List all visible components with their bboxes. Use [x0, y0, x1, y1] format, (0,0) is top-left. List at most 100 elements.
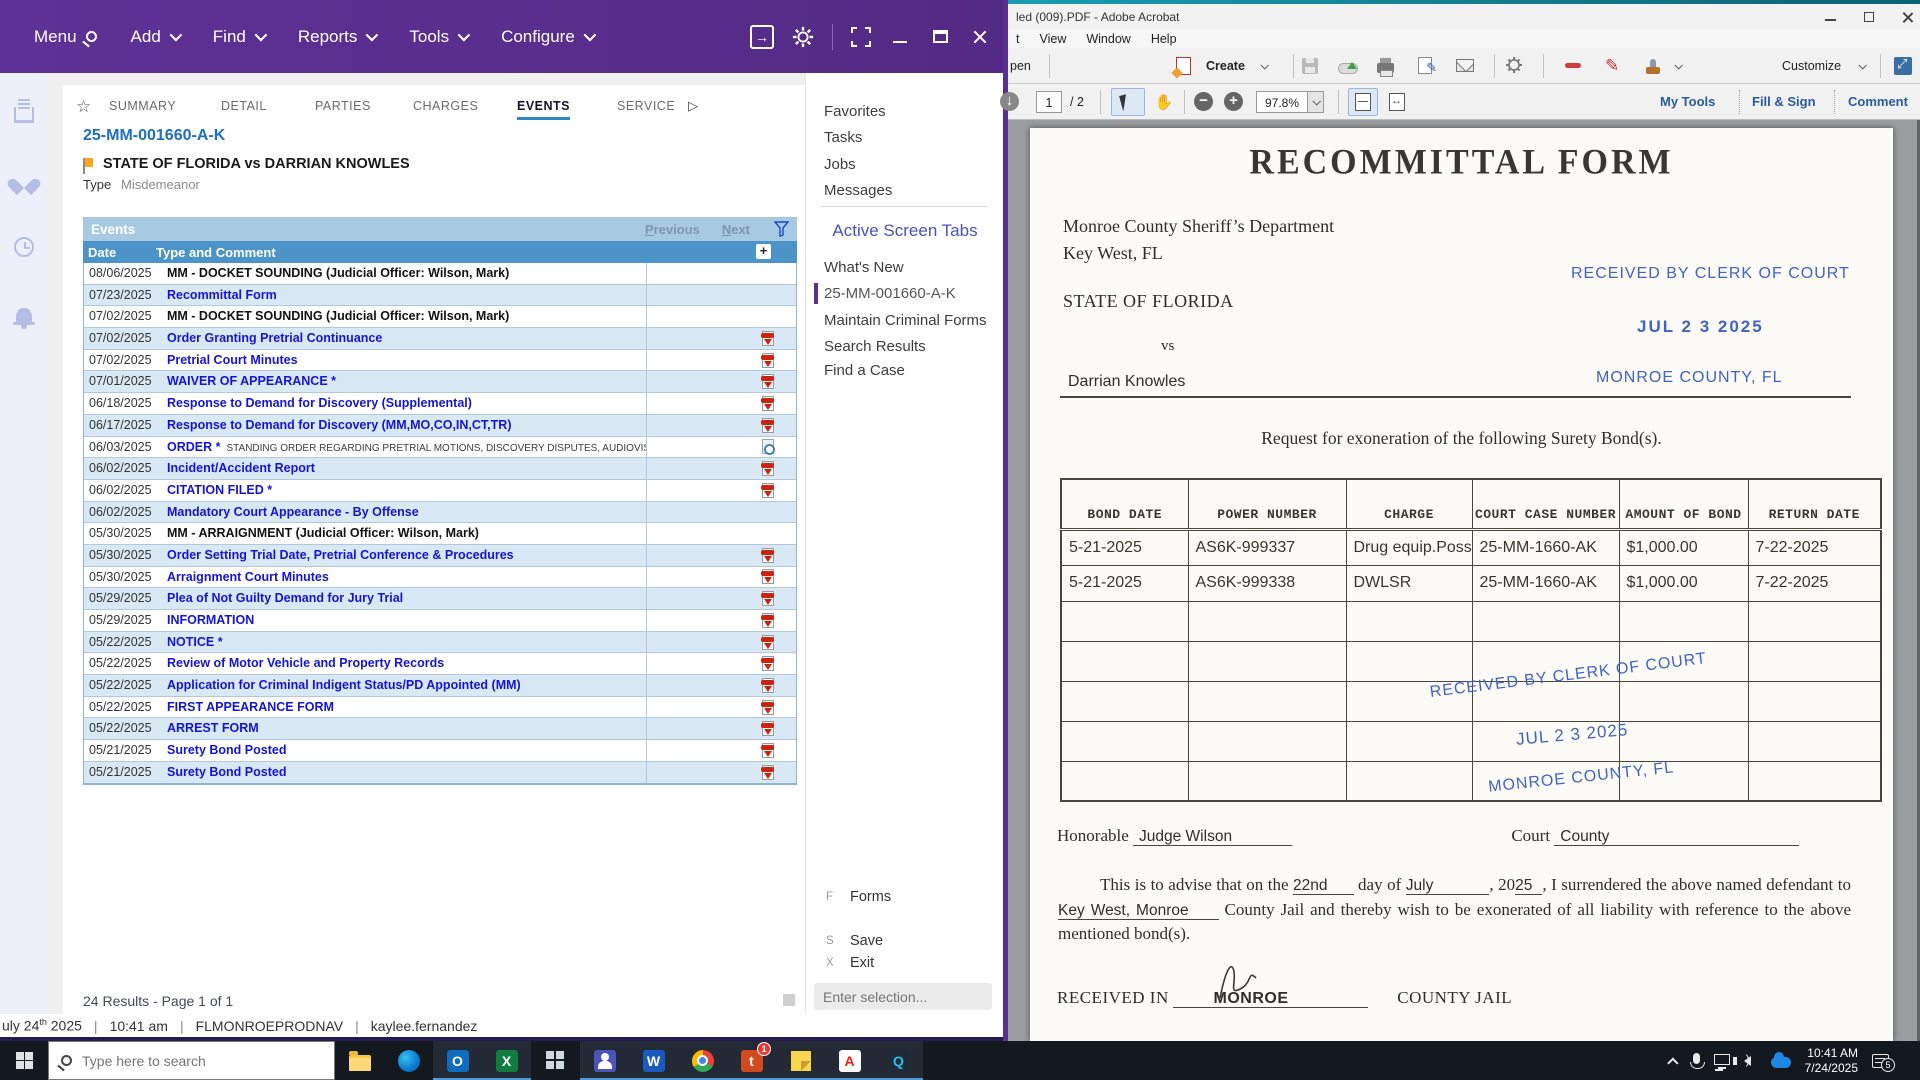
history-icon[interactable]	[12, 235, 36, 259]
zoom-in-icon[interactable]: +	[1224, 84, 1243, 119]
previous-link[interactable]: Previous	[645, 222, 700, 237]
event-row[interactable]: 06/02/2025 Incident/Accident Report	[84, 458, 796, 480]
scrolling-mode-icon[interactable]	[1348, 84, 1378, 119]
taskbar-edge-icon[interactable]	[384, 1041, 433, 1080]
selection-input[interactable]	[814, 983, 992, 1010]
event-title[interactable]: CITATION FILED *	[167, 483, 272, 497]
event-title[interactable]: Order Granting Pretrial Continuance	[167, 331, 382, 345]
acrobat-menu-item[interactable]: View	[1039, 32, 1066, 46]
my-tools-button[interactable]: My Tools	[1660, 84, 1715, 119]
stamp-icon[interactable]	[1646, 48, 1660, 83]
select-tool-icon[interactable]	[1111, 84, 1145, 119]
taskbar-sticky-notes-icon[interactable]	[776, 1041, 825, 1080]
scrollbar-nub[interactable]	[783, 994, 795, 1006]
screen-tab-whats-new[interactable]: What's New	[824, 259, 904, 276]
taskbar-q-app-icon[interactable]: Q	[874, 1041, 923, 1080]
event-title[interactable]: ARREST FORM	[167, 721, 259, 735]
comment-button[interactable]: Comment	[1848, 84, 1908, 119]
create-dropdown-caret[interactable]	[1256, 48, 1267, 83]
screen-tab-find-a-case[interactable]: Find a Case	[824, 362, 905, 379]
document-pdf-icon[interactable]	[762, 483, 774, 498]
document-pdf-icon[interactable]	[762, 569, 774, 584]
highlight-line-icon[interactable]	[1565, 48, 1581, 83]
action-center-icon[interactable]: 5	[1872, 1054, 1889, 1068]
sidebar-item-tasks[interactable]: Tasks	[824, 129, 862, 146]
hand-tool-icon[interactable]: ✋	[1149, 84, 1179, 119]
create-button[interactable]: Create	[1206, 48, 1245, 83]
focus-mode-icon[interactable]	[851, 27, 871, 47]
acrobat-maximize-button[interactable]	[1864, 12, 1874, 22]
tab-parties[interactable]: PARTIES	[315, 99, 371, 113]
compose-document-icon[interactable]	[1418, 48, 1432, 83]
onedrive-icon[interactable]	[1771, 1057, 1791, 1068]
event-title[interactable]: Order Setting Trial Date, Pretrial Confe…	[167, 548, 514, 562]
column-type-comment[interactable]: Type and Comment	[156, 245, 276, 260]
taskbar-tyler-icon[interactable]: t1	[727, 1041, 776, 1080]
case-number[interactable]: 25-MM-001660-A-K	[83, 127, 225, 145]
menu-item[interactable]: Tools	[409, 27, 467, 47]
tray-icon[interactable]	[12, 103, 36, 127]
favorites-heart-icon[interactable]	[12, 169, 36, 193]
acrobat-titlebar[interactable]: led (009).PDF - Adobe Acrobat	[1008, 4, 1920, 30]
sidebar-item-messages[interactable]: Messages	[824, 182, 892, 199]
document-pdf-icon[interactable]	[762, 591, 774, 606]
document-pdf-icon[interactable]	[762, 548, 774, 563]
event-row[interactable]: 06/03/2025 ORDER *STANDING ORDER REGARDI…	[84, 437, 796, 459]
event-title[interactable]: MM - ARRAIGNMENT (Judicial Officer: Wils…	[167, 526, 479, 540]
zoom-level-input[interactable]: 97.8%	[1256, 84, 1324, 119]
document-pdf-icon[interactable]	[762, 461, 774, 476]
pencil-annotate-icon[interactable]: ✎	[1605, 48, 1619, 83]
event-row[interactable]: 05/30/2025 Arraignment Court Minutes	[84, 567, 796, 589]
event-title[interactable]: Plea of Not Guilty Demand for Jury Trial	[167, 591, 403, 605]
event-row[interactable]: 08/06/2025 MM - DOCKET SOUNDING (Judicia…	[84, 263, 796, 285]
tray-overflow-chevron-icon[interactable]	[1667, 1057, 1678, 1068]
event-row[interactable]: 05/21/2025 Surety Bond Posted	[84, 740, 796, 762]
event-title[interactable]: FIRST APPEARANCE FORM	[167, 700, 334, 714]
tab-service[interactable]: SERVICE	[617, 99, 675, 113]
tab-summary[interactable]: SUMMARY	[109, 99, 176, 113]
event-row[interactable]: 05/30/2025 MM - ARRAIGNMENT (Judicial Of…	[84, 523, 796, 545]
menu-item[interactable]: Find	[213, 27, 264, 47]
shortcut-forms[interactable]: Forms	[850, 889, 891, 905]
notifications-bell-icon[interactable]	[12, 301, 36, 325]
print-icon[interactable]	[1377, 48, 1394, 83]
save-icon[interactable]	[1302, 48, 1318, 83]
document-pdf-icon[interactable]	[762, 396, 774, 411]
document-pdf-icon[interactable]	[762, 700, 774, 715]
acrobat-minimize-button[interactable]	[1825, 19, 1836, 21]
event-row[interactable]: 07/23/2025 Recommittal Form	[84, 285, 796, 307]
document-area[interactable]: RECOMMITTAL FORM Monroe County Sheriff’s…	[1008, 120, 1920, 1041]
menu-item[interactable]: Configure	[501, 27, 593, 47]
acrobat-close-button[interactable]	[1902, 11, 1914, 23]
event-title[interactable]: MM - DOCKET SOUNDING (Judicial Officer: …	[167, 266, 509, 280]
column-date[interactable]: Date	[83, 245, 156, 260]
event-row[interactable]: 07/02/2025 MM - DOCKET SOUNDING (Judicia…	[84, 306, 796, 328]
customize-dropdown-caret[interactable]	[1854, 48, 1865, 83]
event-row[interactable]: 05/29/2025 Plea of Not Guilty Demand for…	[84, 588, 796, 610]
stamp-dropdown-caret[interactable]	[1670, 48, 1681, 83]
event-title[interactable]: WAIVER OF APPEARANCE *	[167, 374, 336, 388]
tab-detail[interactable]: DETAIL	[221, 99, 267, 113]
taskbar-clock[interactable]: 10:41 AM 7/24/2025	[1805, 1046, 1858, 1076]
event-title[interactable]: Surety Bond Posted	[167, 765, 286, 779]
event-title[interactable]: Response to Demand for Discovery (Supple…	[167, 396, 472, 410]
menu-item[interactable]: Add	[131, 27, 179, 47]
fit-width-icon[interactable]	[1382, 84, 1412, 119]
screen-tab-maintain-criminal-forms[interactable]: Maintain Criminal Forms	[824, 312, 987, 329]
open-external-icon[interactable]: →	[750, 25, 774, 49]
event-title[interactable]: Review of Motor Vehicle and Property Rec…	[167, 656, 444, 670]
expand-panel-icon[interactable]	[1894, 48, 1912, 83]
next-page-icon[interactable]: ↓	[1000, 84, 1019, 119]
event-row[interactable]: 06/02/2025 Mandatory Court Appearance - …	[84, 502, 796, 524]
next-link[interactable]: Next	[722, 222, 750, 237]
event-row[interactable]: 06/17/2025 Response to Demand for Discov…	[84, 415, 796, 437]
event-title[interactable]: Incident/Accident Report	[167, 461, 315, 475]
event-title[interactable]: Recommittal Form	[167, 288, 277, 302]
cloud-upload-icon[interactable]	[1338, 48, 1358, 83]
network-icon[interactable]	[1714, 1054, 1730, 1065]
event-title[interactable]: INFORMATION	[167, 613, 254, 627]
document-pdf-icon[interactable]	[762, 331, 774, 346]
document-pdf-icon[interactable]	[762, 353, 774, 368]
restore-button[interactable]	[929, 26, 951, 48]
taskbar-excel-icon[interactable]: X	[482, 1041, 531, 1080]
